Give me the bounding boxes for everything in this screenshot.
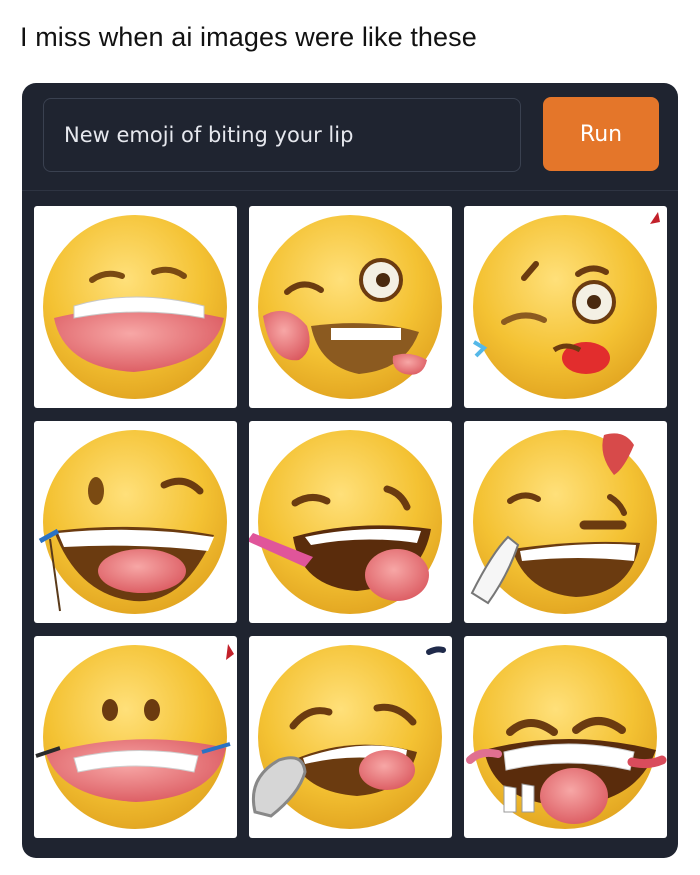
emoji-face-image [466, 645, 667, 829]
emoji-face-image [258, 215, 442, 399]
emoji-face-image [470, 430, 657, 614]
post-caption: I miss when ai images were like these [20, 22, 477, 52]
emoji-face-image [43, 215, 227, 399]
emoji-result-1[interactable] [34, 206, 237, 408]
emoji-result-7[interactable] [34, 636, 237, 838]
emoji-result-4[interactable] [34, 421, 237, 623]
emoji-face-image [251, 645, 446, 829]
emoji-face-image [38, 430, 227, 614]
emoji-result-3[interactable] [464, 206, 667, 408]
emoji-result-9[interactable] [464, 636, 667, 838]
emoji-result-2[interactable] [249, 206, 452, 408]
prompt-input[interactable]: New emoji of biting your lip [43, 98, 521, 172]
run-button[interactable]: Run [543, 97, 659, 171]
prompt-row: New emoji of biting your lip Run [22, 83, 678, 191]
emoji-face-image [35, 644, 234, 829]
emoji-face-image [472, 212, 660, 399]
emoji-result-6[interactable] [464, 421, 667, 623]
prompt-text: New emoji of biting your lip [64, 123, 354, 147]
emoji-face-image [249, 430, 442, 614]
emoji-result-8[interactable] [249, 636, 452, 838]
emoji-result-5[interactable] [249, 421, 452, 623]
